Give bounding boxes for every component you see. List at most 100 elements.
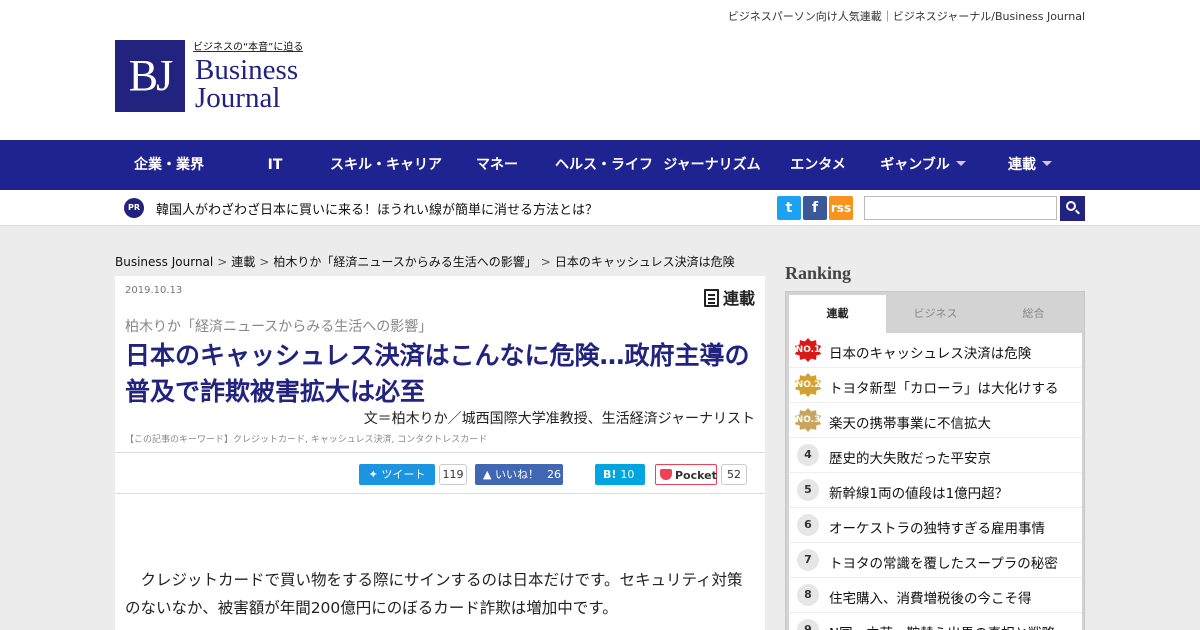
nav-item-label: 企業・業界 xyxy=(134,157,204,173)
pocket-icon xyxy=(660,469,672,480)
breadcrumb-current: 日本のキャッシュレス決済は危険 xyxy=(554,255,735,269)
hatena-bookmark-button[interactable]: B! 10 xyxy=(595,464,645,485)
breadcrumb-link-serial[interactable]: 連載 xyxy=(231,255,255,269)
ranking-list: NO.1 日本のキャッシュレス決済は危険 NO.2 トヨタ新型「カローラ」は大化… xyxy=(789,333,1082,630)
facebook-icon[interactable]: f xyxy=(803,196,827,220)
rank-number: 4 xyxy=(797,444,819,466)
main-nav: 企業・業界 IT スキル・キャリア マネー ヘルス・ライフ ジャーナリズム エン… xyxy=(0,140,1200,190)
ranking-heading: Ranking xyxy=(785,263,852,283)
rss-icon[interactable]: rss xyxy=(829,196,853,220)
pocket-label: Pocket xyxy=(675,469,717,482)
ranking-item-title: トヨタ新型「カローラ」は大化けする xyxy=(829,381,1059,397)
nav-item-skill-career[interactable]: スキル・キャリア xyxy=(327,140,445,190)
ranking-item-title: 新幹線1両の値段は1億円超？ xyxy=(829,486,1009,502)
tab-business[interactable]: ビジネス xyxy=(887,295,984,333)
article-body: クレジットカードで買い物をする際にサインするのは日本だけです。セキュリティ対策の… xyxy=(125,571,743,617)
logo-word-journal: Journal xyxy=(195,82,281,114)
thumbs-up-icon: ▲ xyxy=(483,468,495,481)
rank-number: 6 xyxy=(797,514,819,536)
ranking-item[interactable]: 4 歴史的大失敗だった平安京 xyxy=(789,438,1082,473)
nav-item-label: ジャーナリズム xyxy=(663,157,761,173)
chevron-down-icon xyxy=(1042,161,1052,166)
nav-item-label: 連載 xyxy=(1008,157,1036,173)
article-category[interactable]: 連載 xyxy=(703,285,755,309)
breadcrumb-separator: > xyxy=(217,255,228,269)
rank-number: 5 xyxy=(797,479,819,501)
article-category-label: 連載 xyxy=(722,289,755,308)
ranking-item[interactable]: NO.3 楽天の携帯事業に不信拡大 xyxy=(789,403,1082,438)
nav-item-health-life[interactable]: ヘルス・ライフ xyxy=(550,140,658,190)
nav-item-money[interactable]: マネー xyxy=(448,140,546,190)
nav-item-label: マネー xyxy=(476,157,518,173)
divider xyxy=(115,493,765,494)
ranking-item[interactable]: 6 オーケストラの独特すぎる雇用事情 xyxy=(789,508,1082,543)
ranking-item[interactable]: NO.2 トヨタ新型「カローラ」は大化けする xyxy=(789,368,1082,403)
nav-item-label: ギャンブル xyxy=(880,157,950,173)
ranking-panel: 連載 ビジネス 総合 NO.1 日本のキャッシュレス決済は危険 NO.2 トヨタ… xyxy=(785,291,1085,630)
ranking-item-title: 住宅購入、消費増税後の今こそ得 xyxy=(829,591,1032,607)
twitter-icon[interactable]: t xyxy=(777,196,801,220)
divider xyxy=(115,452,765,453)
nav-item-serial[interactable]: 連載 xyxy=(990,140,1070,190)
hatena-label: B! xyxy=(603,468,617,481)
ranking-item[interactable]: 7 トヨタの常識を覆したスープラの秘密 xyxy=(789,543,1082,578)
article-card: 2019.10.13 連載 柏木りか「経済ニュースからみる生活への影響」 日本の… xyxy=(115,276,765,630)
tweet-label: ツイート xyxy=(381,468,426,481)
article-author: 文＝柏木りか／城西国際大学准教授、生活経済ジャーナリスト xyxy=(363,411,755,427)
rank-number: 8 xyxy=(797,584,819,606)
nav-item-label: ヘルス・ライフ xyxy=(555,157,653,173)
rank-number: 7 xyxy=(797,549,819,571)
article-date: 2019.10.13 xyxy=(125,285,183,296)
logo-word-business: Business xyxy=(195,54,299,86)
nav-item-it[interactable]: IT xyxy=(225,140,325,190)
rank-number: 9 xyxy=(797,619,819,630)
article-series[interactable]: 柏木りか「経済ニュースからみる生活への影響」 xyxy=(125,316,432,336)
logo-divider xyxy=(193,51,303,52)
nav-item-journalism[interactable]: ジャーナリズム xyxy=(660,140,764,190)
breadcrumb-separator: > xyxy=(540,255,551,269)
search-icon-handle xyxy=(1075,209,1080,215)
breadcrumb: Business Journal > 連載 > 柏木りか「経済ニュースからみる生活への影… xyxy=(115,253,735,270)
breadcrumb-link-home[interactable]: Business Journal xyxy=(115,255,213,269)
nav-item-industry[interactable]: 企業・業界 xyxy=(115,140,223,190)
like-button[interactable]: ▲ いいね！ 26 xyxy=(475,464,563,485)
search-input[interactable] xyxy=(864,196,1057,220)
nav-item-label: エンタメ xyxy=(790,157,846,173)
ranking-item-title: 歴史的大失敗だった平安京 xyxy=(829,451,991,467)
tab-serial[interactable]: 連載 xyxy=(789,295,886,333)
pr-bar: PR 韓国人がわざわざ日本に買いに来る！ほうれい線が簡単に消せる方法とは？ t … xyxy=(0,190,1200,226)
pocket-count: 52 xyxy=(721,464,747,485)
ranking-item-title: 楽天の携帯事業に不信拡大 xyxy=(829,416,991,432)
ranking-item[interactable]: 8 住宅購入、消費増税後の今こそ得 xyxy=(789,578,1082,613)
hatena-count: 10 xyxy=(620,468,635,481)
tweet-count: 119 xyxy=(439,464,467,485)
document-icon xyxy=(703,289,719,307)
pr-link[interactable]: 韓国人がわざわざ日本に買いに来る！ほうれい線が簡単に消せる方法とは？ xyxy=(156,199,598,218)
like-count: 26 xyxy=(546,468,561,481)
chevron-down-icon xyxy=(955,161,966,166)
site-header: ビジネスパーソン向け人気連載｜ビジネスジャーナル/Business Journa… xyxy=(0,0,1200,140)
ranking-item-title: N国・立花、鞍替え出馬の真相と戦略 xyxy=(829,622,1055,630)
article-keywords: 【この記事のキーワード】クレジットカード, キャッシュレス決済, コンタクトレス… xyxy=(125,435,488,445)
ranking-item-title: トヨタの常識を覆したスープラの秘密 xyxy=(829,556,1058,572)
nav-item-entame[interactable]: エンタメ xyxy=(770,140,866,190)
breadcrumb-link-series[interactable]: 柏木りか「経済ニュースからみる生活への影響」 xyxy=(273,255,536,269)
ranking-item[interactable]: 9 N国・立花、鞍替え出馬の真相と戦略 xyxy=(789,613,1082,630)
nav-item-label: IT xyxy=(267,157,283,173)
article-title: 日本のキャッシュレス決済はこんなに危険…政府主導の普及で詐欺被害拡大は必至 xyxy=(125,341,750,406)
ranking-item-title: 日本のキャッシュレス決済は危険 xyxy=(829,346,1032,362)
site-logo[interactable]: BJ ビジネスの“本音”に迫る Business Journal xyxy=(115,38,307,118)
ranking-item[interactable]: 5 新幹線1両の値段は1億円超？ xyxy=(789,473,1082,508)
site-tagline: ビジネスパーソン向け人気連載｜ビジネスジャーナル/Business Journa… xyxy=(727,10,1085,23)
tweet-button[interactable]: ✦ ツイート xyxy=(359,464,435,485)
tab-overall[interactable]: 総合 xyxy=(985,295,1082,333)
nav-item-label: スキル・キャリア xyxy=(330,157,442,173)
like-label: いいね！ xyxy=(494,468,539,481)
ranking-item[interactable]: NO.1 日本のキャッシュレス決済は危険 xyxy=(789,333,1082,368)
rank-medal-icon: NO.2 xyxy=(794,373,822,397)
twitter-bird-icon: ✦ xyxy=(368,468,382,481)
pocket-button[interactable]: Pocket xyxy=(655,464,717,485)
rank-medal-icon: NO.3 xyxy=(794,408,822,432)
nav-item-gamble[interactable]: ギャンブル xyxy=(870,140,976,190)
search-button[interactable] xyxy=(1060,196,1085,221)
